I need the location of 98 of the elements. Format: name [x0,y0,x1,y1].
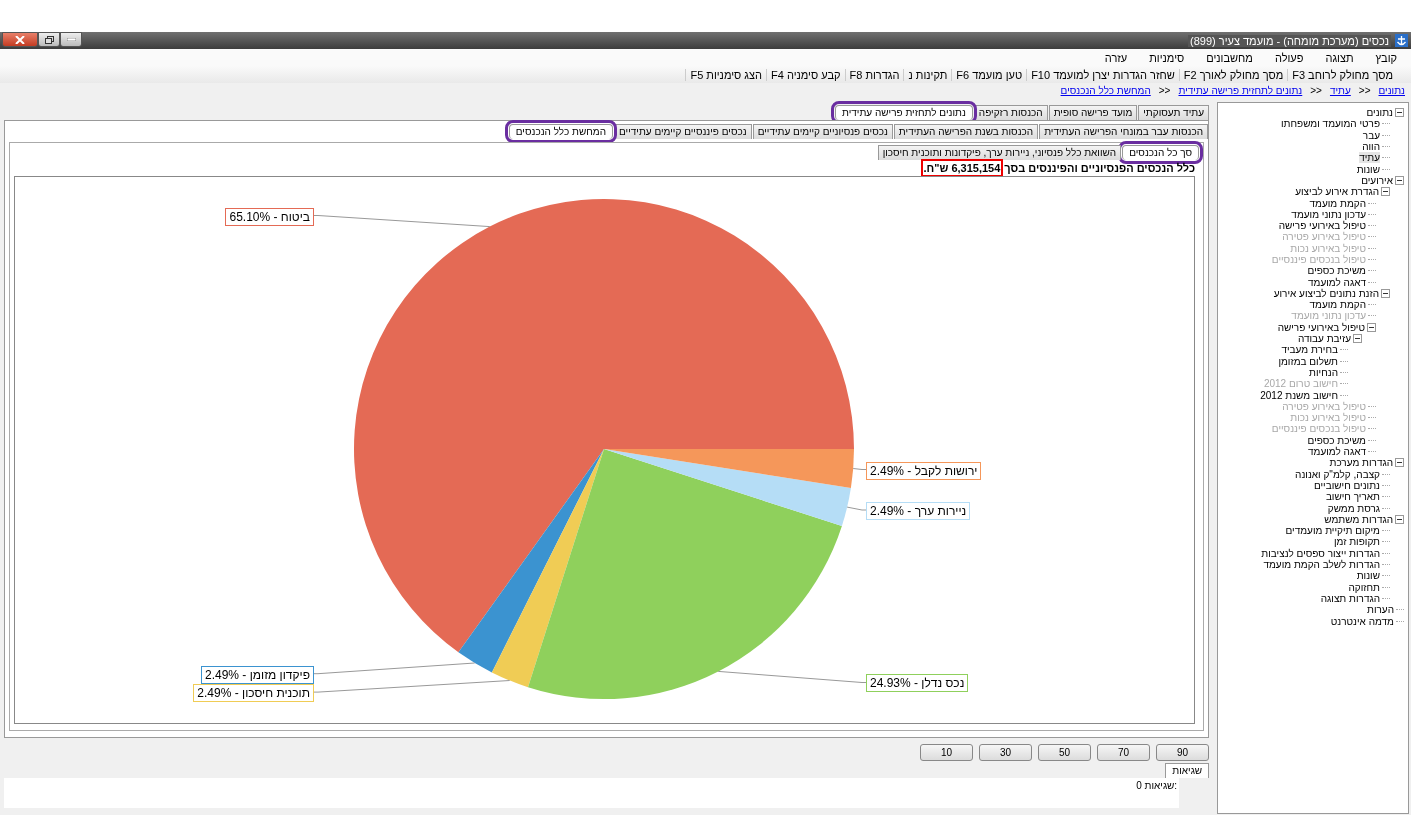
menu-item[interactable]: סימניות [1147,51,1187,64]
collapse-icon[interactable] [1367,322,1376,332]
toolbar-item[interactable]: הצג סימניות F5 [685,68,766,81]
tree-item[interactable]: מדמה אינטרנט [1330,615,1394,627]
tree-item[interactable]: שונות [1356,163,1380,175]
tree-item[interactable]: הגדרות לשלב הקמת מועמד [1263,559,1380,570]
level-button[interactable]: 70 [1097,744,1150,761]
slice-label: ירושות לקבל - 2.49% [866,461,982,480]
menu-item[interactable]: תצוגה [1323,51,1356,64]
toolbar-item[interactable]: תקינות נ [903,68,952,81]
tree-item[interactable]: תקופות זמן [1333,536,1380,548]
toolbar-item[interactable]: הגדרות F8 [844,68,904,81]
collapse-icon[interactable] [1381,187,1390,197]
tree-item[interactable]: טיפול באירועי פרישה [1278,220,1366,232]
close-icon [15,35,25,44]
tree-item[interactable]: דאגה למועמד [1308,276,1366,288]
tab[interactable]: השוואת כלל פנסיוני, ניירות ערך, פיקדונות ותוכנית חיסכון [877,145,1122,160]
total-amount: 6,315,154 ש"ח. [923,162,1001,174]
tree-item[interactable]: טיפול באירועי פרישה [1277,321,1365,333]
tree-item[interactable]: הגדרות ייצור ספסים לנציבות [1261,547,1380,559]
tree-item[interactable]: הגדרת אירוע לביצוע [1295,186,1379,198]
minimize-button[interactable] [60,32,82,47]
collapse-icon[interactable] [1395,514,1404,524]
collapse-icon[interactable] [1353,334,1362,344]
tree-item[interactable]: עבר [1362,129,1380,141]
tree-item[interactable]: פרטי המועמד ומשפחתו [1280,118,1380,130]
tree-item[interactable]: הגדרות מערכת [1329,457,1393,469]
tree-item[interactable]: עתיד [1359,152,1380,164]
toolbar-item[interactable]: קבע סימניה F4 [766,68,845,81]
tree-item[interactable]: בחירת מעביד [1281,344,1338,356]
breadcrumb-link[interactable]: נתונים לתחזית פרישה עתידית [1178,85,1303,96]
leader-line [846,506,867,511]
tree-item[interactable]: תאריך חישוב [1325,491,1380,503]
summary-text: כלל הנכסים הפנסיוניים והפיננסים בסך [1004,162,1195,174]
tree-item[interactable]: חישוב משנת 2012 [1260,389,1338,401]
tree-item[interactable]: קצבה, קלמ"ק ואנונה [1295,468,1380,480]
slice-label: תוכנית חיסכון - 2.49% [193,684,314,703]
tree-item[interactable]: עדכון נתוני מועמד [1291,208,1366,220]
tree-item[interactable]: שונות [1356,570,1380,582]
window-title: נכסים (מערכת מומחה) - מועמד צעיר (899) [1188,34,1391,47]
tree-item[interactable]: עזיבת עבודה [1297,333,1351,345]
tree-item[interactable]: הקמת מועמד [1309,299,1366,311]
slice-label: ביטוח - 65.10% [225,207,314,226]
toolbar-item[interactable]: מסך מחולק לאורך F2 [1178,68,1288,81]
tab[interactable]: עתיד תעסוקתי [1138,105,1209,120]
collapse-icon[interactable] [1395,108,1404,118]
menu-item[interactable]: מחשבונים [1204,51,1255,64]
toolbar-item[interactable]: טען מועמד F6 [951,68,1027,81]
tree-item[interactable]: משיכת כספים [1307,434,1366,446]
tree-item[interactable]: דאגה למועמד [1308,446,1366,458]
collapse-icon[interactable] [1395,458,1404,468]
tab[interactable]: הכנסות עבר במונחי הפרישה העתידית [1039,124,1208,139]
tree-item[interactable]: הווה [1362,141,1380,153]
tab[interactable]: מועד פרישה סופית [1048,105,1138,120]
breadcrumb-separator: >> [1158,85,1171,96]
tree-item[interactable]: משיכת כספים [1307,265,1366,277]
level-button[interactable]: 50 [1038,744,1091,761]
level-button[interactable]: 10 [920,744,973,761]
level-button[interactable]: 30 [979,744,1032,761]
slice-label: פיקדון מזומן - 2.49% [200,665,314,684]
tree-item[interactable]: הקמת מועמד [1309,197,1366,209]
tree-item[interactable]: הערות [1367,604,1394,616]
restore-icon [44,35,54,44]
breadcrumb-link[interactable]: המחשת כלל הנכנסים [1060,85,1151,96]
slice-label: נכס נדלן - 24.93% [866,674,969,693]
tab[interactable]: נכסים פיננסיים קיימים עתידיים [614,124,752,139]
menu-item[interactable]: עזרה [1102,51,1130,64]
tree-item[interactable]: מיקום תיקיית מועמדים [1285,525,1380,537]
errors-tab[interactable]: שגיאות [1165,763,1209,778]
toolbar-item[interactable]: מסך מחולק לרוחב F3 [1287,68,1397,81]
tree-item[interactable]: אירועים [1361,174,1393,186]
breadcrumb-link[interactable]: נתונים [1378,85,1405,96]
breadcrumb-link[interactable]: עתיד [1329,85,1351,96]
tree-item[interactable]: נתונים [1366,107,1393,119]
toolbar-item[interactable]: שחזר הגדרות יצרן למועמד F10 [1026,68,1179,81]
collapse-icon[interactable] [1381,288,1390,298]
breadcrumb-separator: >> [1358,85,1371,96]
level-button[interactable]: 90 [1156,744,1209,761]
tree-item[interactable]: נתונים חישוביים [1313,479,1380,491]
menu-item[interactable]: קובץ [1373,51,1399,64]
slice-label: ניירות ערך - 2.49% [866,502,971,521]
restore-button[interactable] [38,32,60,47]
tree-item[interactable]: תשלום במזומן [1278,355,1338,367]
tree-item[interactable]: גרסת ממשק [1327,502,1380,514]
menu-item[interactable]: פעולה [1272,51,1306,64]
leader-line [852,468,867,470]
breadcrumb-separator: >> [1310,85,1322,96]
collapse-icon[interactable] [1395,175,1404,185]
tree-item[interactable]: תחזוקה [1348,581,1380,593]
tab[interactable]: הכנסות בשנת הפרישה העתידית [893,124,1039,139]
tree-item[interactable]: הזנת נתונים לביצוע אירוע [1273,287,1379,299]
close-button[interactable] [2,32,38,47]
tree-item[interactable]: הנחיות [1309,366,1338,378]
tree-item[interactable]: הגדרות תצוגה [1320,592,1380,604]
tab[interactable]: נכסים פנסיוניים קיימים עתידיים [752,124,893,139]
errors-count: 0 שגיאות: [1136,780,1177,792]
tree-item[interactable]: הגדרות משתמש [1324,513,1393,525]
anchor-icon [1395,34,1408,47]
